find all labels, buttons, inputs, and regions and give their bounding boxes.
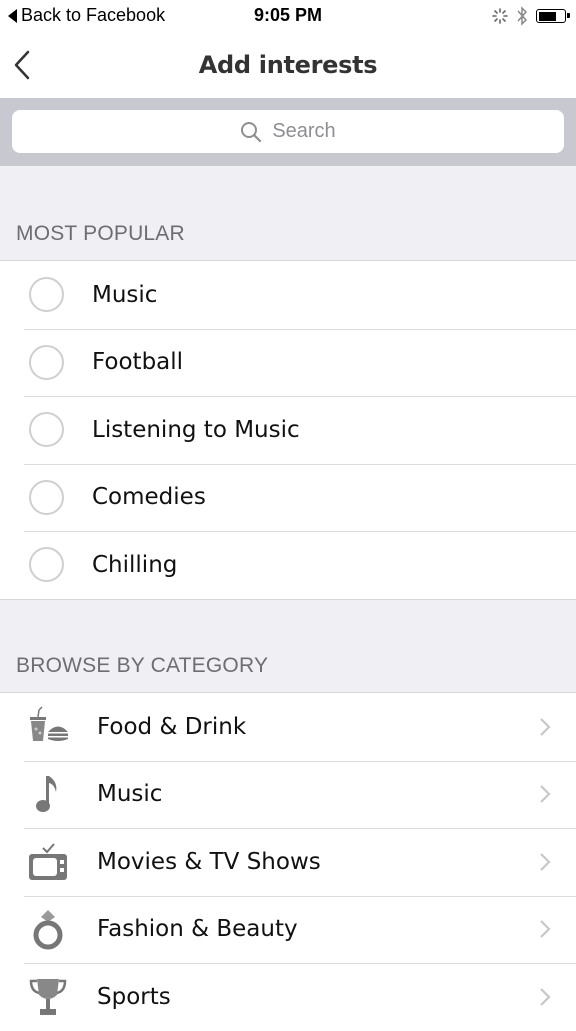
category-item-movies-tv[interactable]: Movies & TV Shows bbox=[0, 828, 576, 896]
search-placeholder: Search bbox=[272, 120, 336, 142]
category-item-fashion-beauty[interactable]: Fashion & Beauty bbox=[0, 895, 576, 964]
chevron-right-icon bbox=[540, 987, 551, 1006]
most-popular-list: Music Football Listening to Music Comedi… bbox=[0, 260, 576, 600]
tv-icon bbox=[29, 843, 67, 880]
page-title: Add interests bbox=[198, 51, 378, 79]
radio-button[interactable] bbox=[29, 344, 64, 380]
bluetooth-icon bbox=[517, 6, 528, 26]
battery-icon bbox=[536, 9, 570, 23]
search-icon bbox=[241, 121, 262, 142]
search-bar: Search bbox=[0, 98, 576, 166]
chevron-right-icon bbox=[540, 785, 551, 804]
list-item[interactable]: Comedies bbox=[0, 463, 576, 532]
item-label: Comedies bbox=[92, 484, 206, 511]
item-label: Chilling bbox=[92, 551, 178, 578]
trophy-icon bbox=[29, 978, 67, 1015]
chevron-right-icon bbox=[540, 717, 551, 736]
radio-button[interactable] bbox=[29, 412, 64, 448]
chevron-right-icon bbox=[540, 852, 551, 871]
item-label: Football bbox=[92, 349, 184, 376]
status-time: 9:05 PM bbox=[253, 5, 323, 25]
section-header-browse-by-category: BROWSE BY CATEGORY bbox=[16, 654, 269, 677]
ring-icon bbox=[33, 910, 63, 950]
chevron-right-icon bbox=[540, 920, 551, 939]
activity-spinner-icon bbox=[492, 8, 508, 24]
category-list: Food & Drink Music Movies & TV Shows Fas… bbox=[0, 692, 576, 1031]
section-header-most-popular: MOST POPULAR bbox=[16, 222, 185, 245]
item-label: Movies & TV Shows bbox=[97, 848, 321, 875]
food-drink-icon bbox=[30, 706, 68, 741]
radio-button[interactable] bbox=[29, 277, 64, 313]
item-label: Sports bbox=[97, 983, 171, 1010]
item-label: Music bbox=[97, 781, 163, 808]
list-item[interactable]: Listening to Music bbox=[0, 396, 576, 464]
category-item-sports[interactable]: Sports bbox=[0, 963, 576, 1031]
item-label: Fashion & Beauty bbox=[97, 916, 298, 943]
list-item[interactable]: Chilling bbox=[0, 531, 576, 599]
status-bar: Back to Facebook 9:05 PM bbox=[0, 0, 576, 32]
status-icons bbox=[492, 6, 570, 26]
category-item-music[interactable]: Music bbox=[0, 760, 576, 829]
radio-button[interactable] bbox=[29, 547, 64, 583]
list-item[interactable]: Music bbox=[0, 261, 576, 329]
music-note-icon bbox=[36, 776, 57, 813]
category-item-food-drink[interactable]: Food & Drink bbox=[0, 693, 576, 761]
search-input[interactable]: Search bbox=[12, 110, 564, 153]
item-label: Listening to Music bbox=[92, 416, 300, 443]
item-label: Music bbox=[92, 281, 158, 308]
list-item[interactable]: Football bbox=[0, 328, 576, 397]
radio-button[interactable] bbox=[29, 479, 64, 515]
item-label: Food & Drink bbox=[97, 713, 247, 740]
nav-bar: Add interests bbox=[0, 32, 576, 98]
